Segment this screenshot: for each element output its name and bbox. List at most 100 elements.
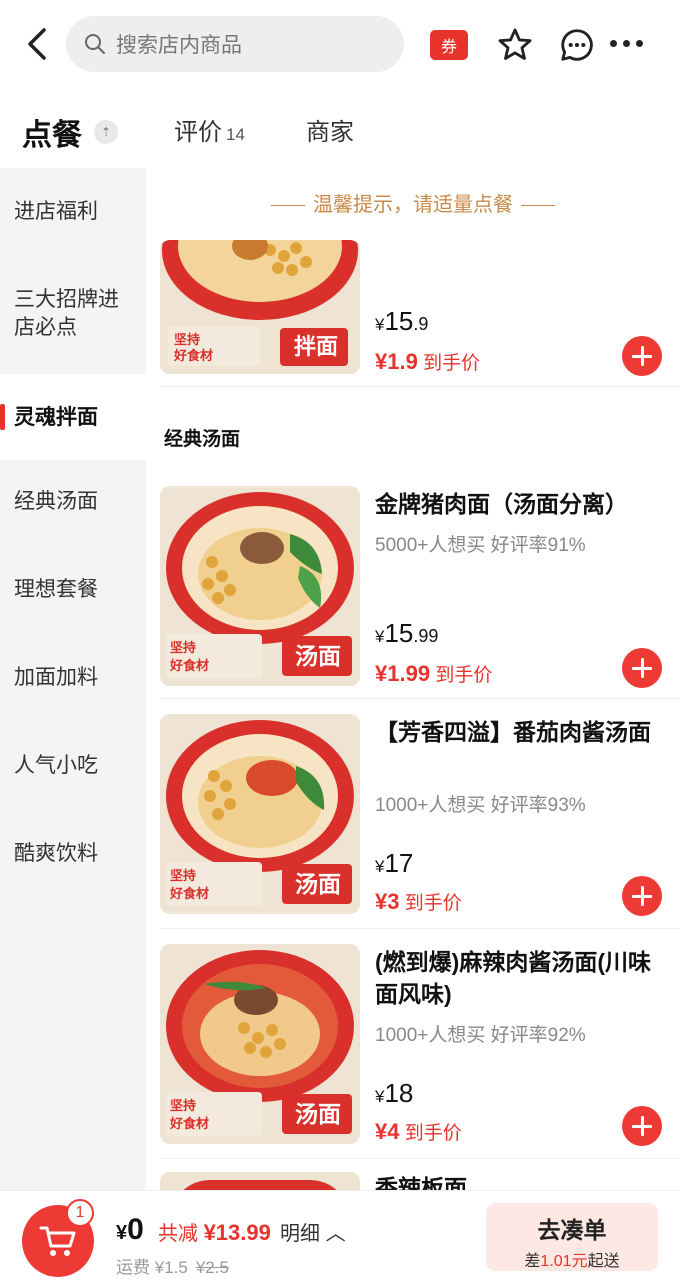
search-input[interactable]: 搜索店内商品	[66, 16, 404, 72]
svg-text:坚持: 坚持	[174, 332, 200, 347]
shipping-fee-value: ¥1.5	[154, 1258, 188, 1277]
cart-total: ¥0	[116, 1213, 144, 1247]
checkout-sub-amount: 1.01元	[540, 1253, 588, 1270]
svg-text:坚持: 坚持	[170, 640, 196, 655]
product-card-partial[interactable]: 香辣板面	[160, 1172, 680, 1190]
hand-price-label: 到手价	[423, 353, 481, 374]
product-meta: 1000+人想买 好评率92%	[375, 1025, 586, 1046]
tab-review[interactable]: 评价 14	[174, 112, 245, 147]
svg-text:好食材: 好食材	[169, 886, 209, 901]
sidebar-item-mixed-noodles[interactable]: 灵魂拌面	[0, 374, 146, 460]
sidebar-item-welfare[interactable]: 进店福利	[0, 168, 146, 260]
checkout-sub-suffix: 起送	[587, 1253, 620, 1270]
star-icon[interactable]	[496, 26, 534, 64]
product-name: 【芳香四溢】番茄肉酱汤面	[375, 719, 651, 745]
detail-toggle[interactable]: 明细 ︿	[280, 1217, 346, 1246]
detail-label: 明细	[280, 1223, 320, 1245]
tab-review-count: 14	[226, 125, 245, 144]
product-card[interactable]: 坚持 好食材 汤面 金牌猪肉面（汤面分离） 5000+人想买 好评率91% ¥1…	[160, 486, 680, 696]
product-name: 金牌猪肉面（汤面分离）	[375, 491, 628, 517]
shipping-fee: 运费 ¥1.5 ¥2.5	[116, 1253, 229, 1278]
product-name: 香辣板面	[375, 1175, 467, 1190]
hand-price-label: 到手价	[404, 893, 462, 914]
hand-price-value: ¥3	[375, 889, 400, 914]
currency-symbol: ¥	[116, 1222, 128, 1244]
sidebar-item-signature[interactable]: 三大招牌进 店必点	[0, 260, 146, 374]
product-badge: 汤面	[295, 643, 341, 669]
price-int: 15	[384, 306, 414, 336]
cart-count-badge: 1	[66, 1199, 94, 1227]
price-int: 17	[384, 848, 414, 878]
product-card[interactable]: 坚持 好食材 汤面 (燃到爆)麻辣肉酱汤面(川味面风味) 1000+人想买 好评…	[160, 944, 680, 1154]
discount-amount: ¥13.99	[203, 1220, 271, 1245]
more-options-icon[interactable]	[610, 40, 643, 47]
hand-price-value: ¥1.99	[375, 661, 431, 686]
product-list: 温馨提示，请适量点餐 坚持 好食材 拌面 ¥15.9 ¥1.9 到手价 经典汤面	[146, 168, 680, 1190]
svg-text:好食材: 好食材	[173, 348, 213, 363]
top-bar: 搜索店内商品 券	[0, 0, 680, 90]
divider	[160, 928, 680, 929]
product-name: (燃到爆)麻辣肉酱汤面(川味面风味)	[375, 949, 651, 1007]
product-price: ¥18	[375, 1078, 414, 1108]
sidebar-item-soup-noodles[interactable]: 经典汤面	[0, 460, 146, 548]
product-image: 坚持 好食材 汤面	[160, 944, 360, 1144]
product-image: 坚持 好食材 汤面	[160, 486, 360, 686]
customer-service-icon[interactable]	[558, 26, 596, 64]
product-meta: 5000+人想买 好评率91%	[375, 535, 586, 556]
price-dec: .99	[413, 626, 439, 646]
divider	[160, 1158, 680, 1159]
tip-text: 温馨提示，请适量点餐	[313, 194, 513, 216]
divider	[160, 698, 680, 699]
add-to-cart-button[interactable]	[622, 876, 662, 916]
product-badge: 拌面	[293, 334, 338, 359]
product-price: ¥15.99	[375, 618, 439, 648]
sidebar-item-drinks[interactable]: 酷爽饮料	[0, 812, 146, 900]
sidebar-item-snacks[interactable]: 人气小吃	[0, 724, 146, 812]
checkout-sub: 差1.01元起送	[486, 1247, 658, 1271]
sidebar-item-signature-line1: 三大招牌进	[14, 288, 119, 311]
svg-text:好食材: 好食材	[169, 1116, 209, 1131]
svg-text:好食材: 好食材	[169, 658, 209, 673]
search-placeholder: 搜索店内商品	[116, 34, 242, 57]
discount-info: 共减 ¥13.99	[158, 1217, 271, 1246]
sort-icon[interactable]: ⇡	[94, 120, 118, 144]
price-int: 15	[384, 618, 414, 648]
svg-text:坚持: 坚持	[170, 1098, 196, 1113]
add-to-cart-button[interactable]	[622, 648, 662, 688]
sidebar-item-extras[interactable]: 加面加料	[0, 636, 146, 724]
shipping-label: 运费	[116, 1258, 150, 1277]
add-to-cart-button[interactable]	[622, 1106, 662, 1146]
add-to-cart-button[interactable]	[622, 336, 662, 376]
hand-price: ¥1.9 到手价	[375, 348, 480, 375]
product-image: 坚持 好食材 拌面	[160, 240, 360, 374]
product-meta: 1000+人想买 好评率93%	[375, 795, 586, 816]
search-icon	[85, 34, 105, 54]
checkout-sub-prefix: 差	[524, 1253, 541, 1270]
back-arrow-icon[interactable]	[22, 26, 52, 62]
tab-merchant[interactable]: 商家	[306, 112, 354, 147]
discount-label: 共减	[158, 1223, 198, 1245]
svg-text:坚持: 坚持	[170, 868, 196, 883]
product-image: 坚持 好食材 汤面	[160, 714, 360, 914]
tip-banner: 温馨提示，请适量点餐	[146, 188, 680, 217]
coupon-button[interactable]: 券	[430, 30, 468, 60]
chevron-up-icon: ︿	[325, 1223, 346, 1245]
product-price: ¥15.9	[375, 306, 429, 336]
divider	[160, 386, 680, 387]
product-badge: 汤面	[295, 1101, 341, 1127]
product-card[interactable]: 坚持 好食材 汤面 【芳香四溢】番茄肉酱汤面 1000+人想买 好评率93% ¥…	[160, 714, 680, 924]
product-badge: 汤面	[295, 871, 341, 897]
product-price: ¥17	[375, 848, 414, 878]
active-indicator	[0, 404, 5, 430]
checkout-button[interactable]: 去凑单 差1.01元起送	[486, 1203, 658, 1271]
checkout-label: 去凑单	[537, 1217, 607, 1243]
tab-order[interactable]: 点餐	[22, 110, 82, 154]
shopping-cart-icon	[39, 1226, 76, 1256]
sidebar-item-mixed-noodles-label: 灵魂拌面	[14, 406, 98, 429]
sidebar-item-signature-line2: 店必点	[14, 316, 77, 339]
price-int: 18	[384, 1078, 414, 1108]
category-sidebar: 进店福利 三大招牌进 店必点 灵魂拌面 经典汤面 理想套餐 加面加料 人气小吃 …	[0, 168, 146, 1190]
sidebar-item-combo[interactable]: 理想套餐	[0, 548, 146, 636]
product-card-partial[interactable]: 坚持 好食材 拌面 ¥15.9 ¥1.9 到手价	[160, 240, 680, 380]
tab-review-label: 评价	[174, 119, 222, 146]
